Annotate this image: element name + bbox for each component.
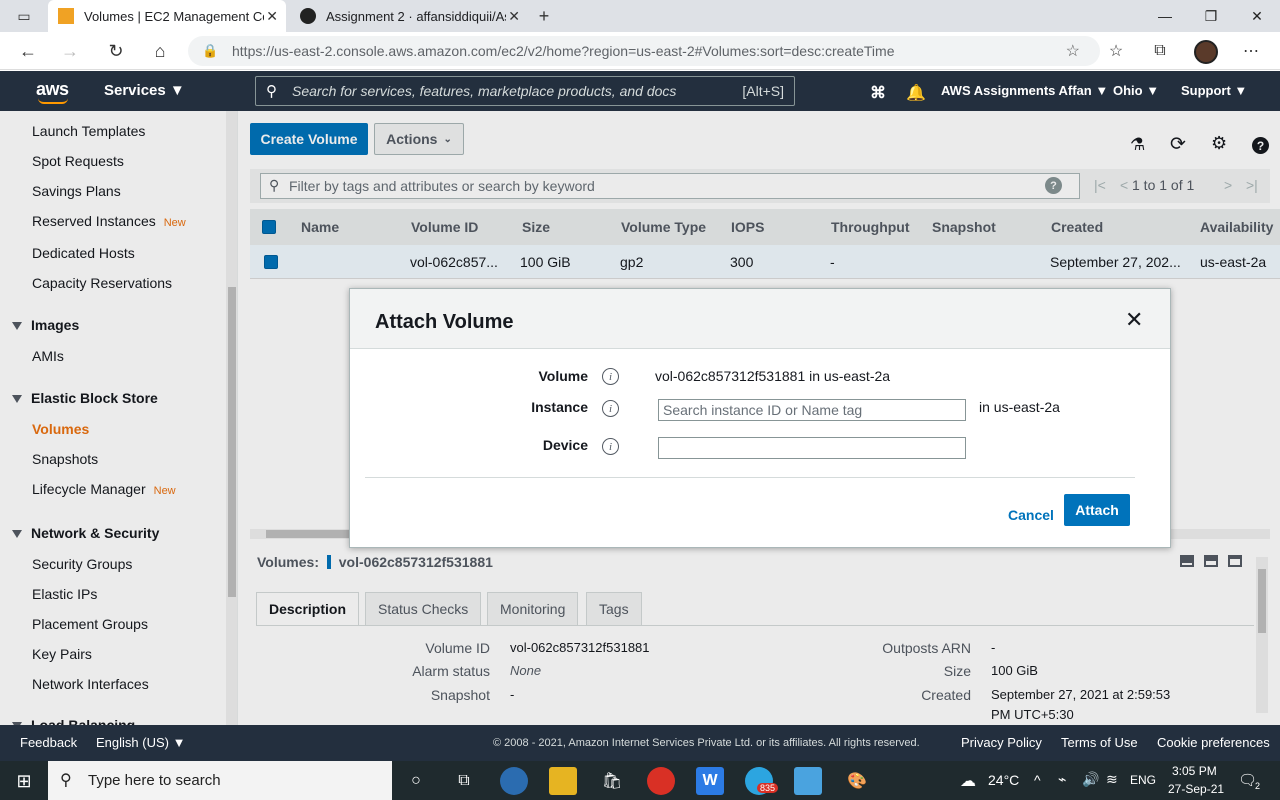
- minimize-icon[interactable]: —: [1142, 0, 1188, 32]
- dialog-title: Attach Volume: [375, 311, 514, 333]
- url-field[interactable]: 🔒 https://us-east-2.console.aws.amazon.c…: [188, 36, 1100, 66]
- tab-actions-icon[interactable]: ▭: [10, 2, 38, 30]
- instance-az-suffix: in us-east-2a: [979, 399, 1060, 415]
- taskbar-search-placeholder: Type here to search: [88, 772, 221, 789]
- back-icon[interactable]: ←: [14, 37, 42, 65]
- notifications-bell-icon[interactable]: 🔔: [906, 83, 926, 103]
- search-placeholder: Search for services, features, marketpla…: [292, 83, 677, 99]
- weather-temp: 24°C: [988, 772, 1020, 788]
- close-window-icon[interactable]: ✕: [1234, 0, 1280, 32]
- language-indicator[interactable]: ENG: [1130, 773, 1156, 787]
- edge-browser-icon[interactable]: [500, 767, 528, 795]
- telegram-badge: 835: [757, 783, 779, 793]
- language-selector[interactable]: English (US) ▼: [96, 735, 185, 750]
- store-icon[interactable]: 🛍: [598, 767, 626, 795]
- taskbar-search-input[interactable]: ⚲ Type here to search: [48, 761, 392, 800]
- restore-icon[interactable]: ❐: [1188, 0, 1234, 32]
- network-icon[interactable]: ⌁: [1058, 771, 1066, 788]
- more-menu-icon[interactable]: ⋯: [1238, 38, 1264, 64]
- collections-icon[interactable]: ⧉: [1147, 38, 1173, 64]
- aws-footer: Feedback English (US) ▼ © 2008 - 2021, A…: [0, 725, 1280, 761]
- tab-github[interactable]: Assignment 2 · affansiddiquii/As ✕: [290, 0, 528, 32]
- services-menu[interactable]: Services ▼: [104, 82, 185, 99]
- volume-label: Volume: [538, 368, 588, 384]
- tray-chevron-icon[interactable]: ^: [1034, 772, 1041, 788]
- aws-favicon-icon: [58, 8, 74, 24]
- copyright-text: © 2008 - 2021, Amazon Internet Services …: [493, 737, 920, 749]
- new-tab-icon[interactable]: +: [530, 2, 558, 30]
- close-tab-icon[interactable]: ✕: [508, 8, 520, 25]
- paint-icon[interactable]: 🎨: [843, 767, 871, 795]
- wps-icon[interactable]: W: [696, 767, 724, 795]
- refresh-icon[interactable]: ↻: [102, 37, 130, 65]
- file-explorer-icon[interactable]: [549, 767, 577, 795]
- clock-time[interactable]: 3:05 PM: [1172, 764, 1217, 778]
- info-icon[interactable]: i: [602, 400, 619, 417]
- attach-button[interactable]: Attach: [1064, 494, 1130, 526]
- forward-icon[interactable]: →: [56, 37, 84, 65]
- notification-count: 2: [1255, 781, 1261, 791]
- attach-volume-dialog: Attach Volume ✕ Volume i vol-062c857312f…: [349, 288, 1171, 548]
- close-tab-icon[interactable]: ✕: [266, 8, 278, 25]
- aws-smile-icon: [38, 98, 68, 104]
- search-shortcut: [Alt+S]: [742, 83, 784, 99]
- info-icon[interactable]: i: [602, 368, 619, 385]
- remote-desktop-icon[interactable]: [794, 767, 822, 795]
- dialog-header: Attach Volume ✕: [350, 289, 1170, 349]
- clock-date[interactable]: 27-Sep-21: [1168, 782, 1224, 796]
- chrome-icon[interactable]: [647, 767, 675, 795]
- favorite-add-icon[interactable]: ☆: [1066, 41, 1080, 61]
- home-icon[interactable]: ⌂: [146, 37, 174, 65]
- aws-logo-text: aws: [36, 79, 69, 99]
- close-icon[interactable]: ✕: [1125, 309, 1143, 331]
- cloudshell-icon[interactable]: ⌘: [870, 83, 886, 103]
- task-view-icon[interactable]: ⧉: [450, 767, 478, 795]
- tab-title: Volumes | EC2 Management Con: [84, 8, 264, 24]
- aws-logo[interactable]: aws: [36, 79, 69, 104]
- wifi-icon[interactable]: ≋: [1106, 771, 1118, 788]
- dialog-divider: [365, 477, 1135, 478]
- cortana-icon[interactable]: ○: [402, 767, 430, 795]
- support-menu[interactable]: Support ▼: [1181, 83, 1247, 98]
- volume-value: vol-062c857312f531881 in us-east-2a: [655, 368, 891, 384]
- region-menu[interactable]: Ohio ▼: [1113, 83, 1159, 98]
- device-label: Device: [542, 437, 588, 453]
- url-text: https://us-east-2.console.aws.amazon.com…: [232, 43, 895, 59]
- tab-ec2[interactable]: Volumes | EC2 Management Con ✕: [48, 0, 286, 32]
- privacy-link[interactable]: Privacy Policy: [961, 735, 1042, 750]
- feedback-link[interactable]: Feedback: [20, 735, 77, 750]
- info-icon[interactable]: i: [602, 438, 619, 455]
- address-bar: ← → ↻ ⌂ 🔒 https://us-east-2.console.aws.…: [0, 32, 1280, 70]
- terms-link[interactable]: Terms of Use: [1061, 735, 1138, 750]
- profile-avatar[interactable]: [1194, 40, 1218, 64]
- browser-tab-bar: ▭ Volumes | EC2 Management Con ✕ Assignm…: [0, 0, 1280, 32]
- search-icon: ⚲: [60, 772, 72, 789]
- lock-icon: 🔒: [202, 43, 219, 58]
- instance-label: Instance: [531, 399, 588, 415]
- windows-taskbar: ⊞ ⚲ Type here to search ○ ⧉ 🛍 W 835 🎨 ☁ …: [0, 761, 1280, 800]
- favorites-icon[interactable]: ☆: [1103, 38, 1129, 64]
- windows-start-icon[interactable]: ⊞: [10, 767, 38, 795]
- volume-icon[interactable]: 🔊: [1082, 771, 1099, 788]
- instance-search-input[interactable]: Search instance ID or Name tag: [658, 399, 966, 421]
- cookies-link[interactable]: Cookie preferences: [1157, 735, 1270, 750]
- account-menu[interactable]: AWS Assignments Affan ▼: [941, 83, 1108, 98]
- search-icon: ⚲: [266, 83, 277, 100]
- aws-search-input[interactable]: ⚲ Search for services, features, marketp…: [255, 76, 795, 106]
- device-input[interactable]: [658, 437, 966, 459]
- tab-title: Assignment 2 · affansiddiquii/As: [326, 8, 506, 24]
- weather-icon[interactable]: ☁: [954, 767, 982, 795]
- aws-top-nav: aws Services ▼ ⚲ Search for services, fe…: [0, 71, 1280, 111]
- cancel-button[interactable]: Cancel: [1008, 507, 1054, 523]
- github-favicon-icon: [300, 8, 316, 24]
